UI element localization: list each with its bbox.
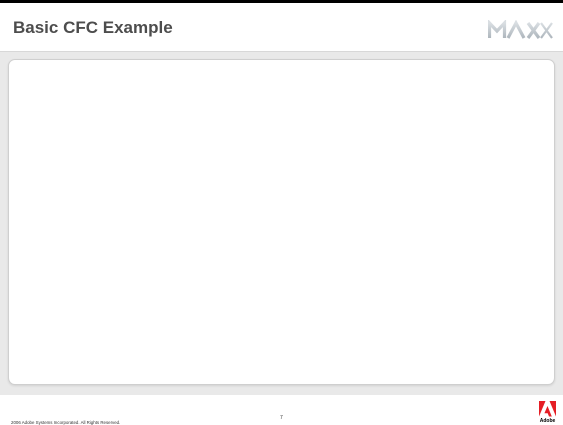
adobe-logo: Adobe	[539, 401, 556, 425]
slide: Basic CFC Example 2006 Adobe Systems Inc…	[0, 0, 563, 425]
slide-footer: 2006 Adobe Systems Incorporated. All Rig…	[0, 395, 563, 425]
page-number: 7	[280, 415, 283, 421]
slide-header: Basic CFC Example	[0, 3, 563, 52]
content-area	[8, 59, 555, 385]
adobe-wordmark: Adobe	[539, 418, 556, 424]
max-logo-icon	[488, 20, 553, 39]
copyright-notice: 2006 Adobe Systems Incorporated. All Rig…	[11, 420, 121, 425]
slide-title: Basic CFC Example	[13, 18, 173, 37]
adobe-a-icon	[539, 401, 556, 417]
